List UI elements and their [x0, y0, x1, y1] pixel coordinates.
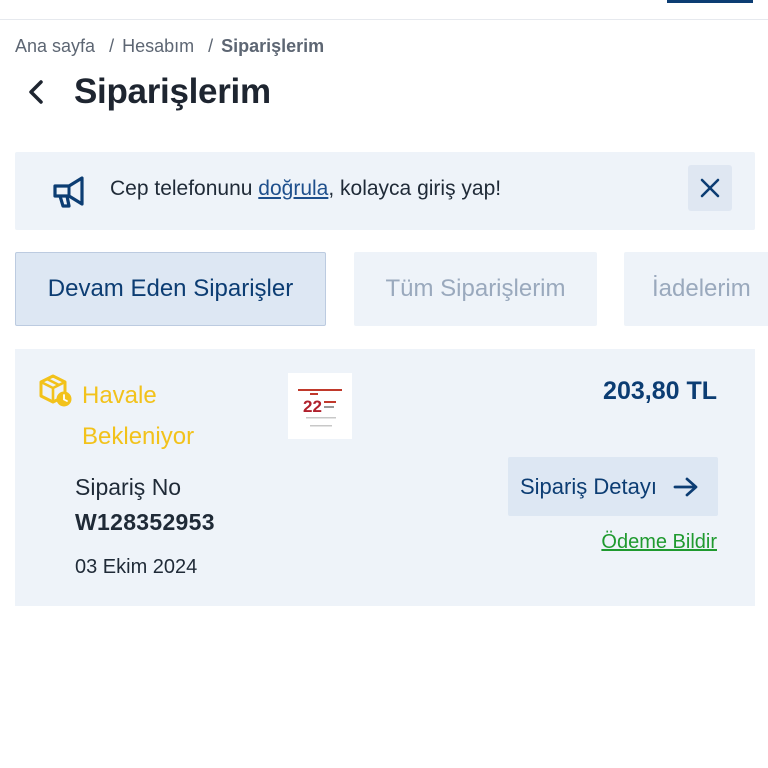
page-title: Siparişlerim: [74, 72, 271, 111]
package-clock-icon: [39, 374, 72, 407]
tab-returns[interactable]: İadelerim: [624, 252, 768, 326]
breadcrumb-separator: /: [109, 35, 115, 56]
chevron-left-icon: [29, 80, 43, 104]
tab-all-orders[interactable]: Tüm Siparişlerim: [354, 252, 597, 326]
breadcrumb-separator: /: [208, 35, 214, 56]
product-image: 22: [298, 389, 342, 427]
banner-text-after: , kolayca giriş yap!: [328, 177, 502, 200]
banner-text-before: Cep telefonunu: [110, 177, 259, 200]
title-row: Siparişlerim: [15, 68, 271, 116]
order-tabs: Devam Eden Siparişler Tüm Siparişlerim İ…: [15, 252, 768, 326]
breadcrumb-current: Siparişlerim: [221, 35, 325, 56]
verify-link[interactable]: doğrula: [258, 177, 328, 200]
header-divider: [0, 19, 768, 20]
order-price: 203,80 TL: [603, 377, 717, 405]
order-detail-label: Sipariş Detayı: [520, 473, 657, 499]
banner-message: Cep telefonunu doğrula, kolayca giriş ya…: [110, 177, 501, 201]
order-no-label: Sipariş No: [75, 474, 182, 500]
banner-close-button[interactable]: [688, 165, 732, 211]
order-status-line1: Havale: [82, 382, 157, 409]
header-accent-bar: [667, 0, 753, 3]
phone-verify-banner: Cep telefonunu doğrula, kolayca giriş ya…: [15, 152, 755, 230]
close-icon: [700, 178, 720, 198]
megaphone-icon: [53, 176, 84, 208]
order-status-line2: Bekleniyor: [82, 423, 195, 450]
thumbnail-number: 22: [303, 397, 322, 416]
order-date: 03 Ekim 2024: [75, 556, 198, 578]
order-status: Havale Bekleniyor: [82, 375, 242, 457]
breadcrumb-account-link[interactable]: Hesabım: [122, 36, 194, 57]
order-detail-button[interactable]: Sipariş Detayı: [508, 457, 718, 516]
payment-notify-link[interactable]: Ödeme Bildir: [601, 531, 717, 554]
breadcrumb-home-link[interactable]: Ana sayfa: [15, 36, 95, 57]
arrow-right-icon: [673, 477, 698, 496]
order-card: Havale Bekleniyor 22 203,80 TL Sipariş N…: [15, 349, 755, 606]
back-button[interactable]: [15, 70, 57, 114]
order-no-value: W128352953: [75, 509, 215, 535]
tab-ongoing-orders[interactable]: Devam Eden Siparişler: [15, 252, 326, 326]
breadcrumb: Ana sayfa / Hesabım / Siparişlerim: [15, 35, 324, 57]
product-thumbnail[interactable]: 22: [288, 373, 352, 439]
